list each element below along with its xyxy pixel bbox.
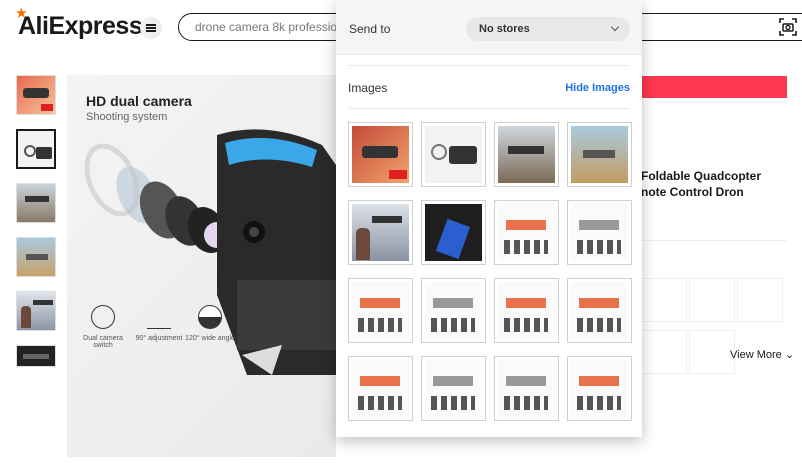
send-to-row: Send to No stores (336, 0, 642, 55)
camera-switch-icon (91, 305, 115, 329)
image-grid (348, 122, 632, 421)
image-tile[interactable] (421, 356, 486, 421)
image-tile[interactable] (348, 122, 413, 187)
send-to-label: Send to (349, 22, 391, 36)
image-tile[interactable] (348, 200, 413, 265)
image-tile[interactable] (567, 356, 632, 421)
product-thumbnail[interactable] (16, 237, 56, 277)
wide-angle-icon (198, 305, 222, 329)
variant-thumbnail[interactable] (689, 278, 735, 322)
search-input[interactable] (195, 19, 345, 35)
product-thumbnail[interactable] (16, 183, 56, 223)
images-heading: Images (348, 81, 388, 95)
product-title-line-2: note Control Dron (641, 185, 744, 199)
variant-thumbnail[interactable] (737, 278, 783, 322)
image-tile[interactable] (567, 278, 632, 343)
product-thumbnail[interactable] (16, 345, 56, 367)
product-thumbnail[interactable] (16, 291, 56, 331)
image-tile[interactable] (567, 200, 632, 265)
store-select-value: No stores (479, 23, 530, 35)
promo-banner[interactable] (641, 76, 787, 98)
image-tile[interactable] (494, 122, 559, 187)
image-tile[interactable] (348, 278, 413, 343)
image-tile[interactable] (494, 278, 559, 343)
store-select[interactable]: No stores (466, 17, 630, 41)
feature-wide-angle: 120° wide angle (180, 305, 240, 342)
chevron-down-icon (610, 22, 620, 32)
page: ★ AliExpress drone camera 8k professiona… (0, 0, 802, 473)
image-tile[interactable] (421, 122, 486, 187)
hamburger-icon (146, 24, 156, 32)
aliexpress-logo[interactable]: ★ AliExpress (16, 6, 143, 41)
image-tile[interactable] (348, 356, 413, 421)
divider (348, 65, 630, 66)
logo-text: AliExpress (18, 12, 143, 40)
variant-thumbnail[interactable] (641, 330, 687, 374)
chevron-down-icon: ⌄ (784, 349, 795, 361)
variant-thumbnail[interactable] (641, 278, 687, 322)
menu-button[interactable] (140, 17, 162, 39)
product-title-line-1: Foldable Quadcopter (641, 169, 762, 183)
image-tile[interactable] (494, 200, 559, 265)
image-search-dropdown: Send to No stores Images Hide Images (336, 0, 642, 437)
angle-icon (147, 305, 171, 329)
hide-images-link[interactable]: Hide Images (565, 82, 630, 94)
divider (348, 108, 630, 109)
logo-star-icon: ★ (16, 6, 27, 20)
main-product-image: HD dual camera Shooting system Dual came… (67, 75, 336, 457)
variant-thumbnail[interactable] (689, 330, 735, 374)
divider (641, 240, 787, 241)
thumbnail-strip (16, 75, 56, 381)
image-search-icon[interactable] (779, 18, 797, 36)
image-tile[interactable] (494, 356, 559, 421)
image-tile[interactable] (421, 278, 486, 343)
image-tile[interactable] (567, 122, 632, 187)
drone-camera-illustration (84, 129, 336, 375)
product-thumbnail[interactable] (16, 75, 56, 115)
feature-dual-camera: Dual camera switch (73, 305, 133, 349)
view-more-link[interactable]: View More ⌄ (730, 348, 794, 361)
product-thumbnail[interactable] (16, 129, 56, 169)
image-tile[interactable] (421, 200, 486, 265)
